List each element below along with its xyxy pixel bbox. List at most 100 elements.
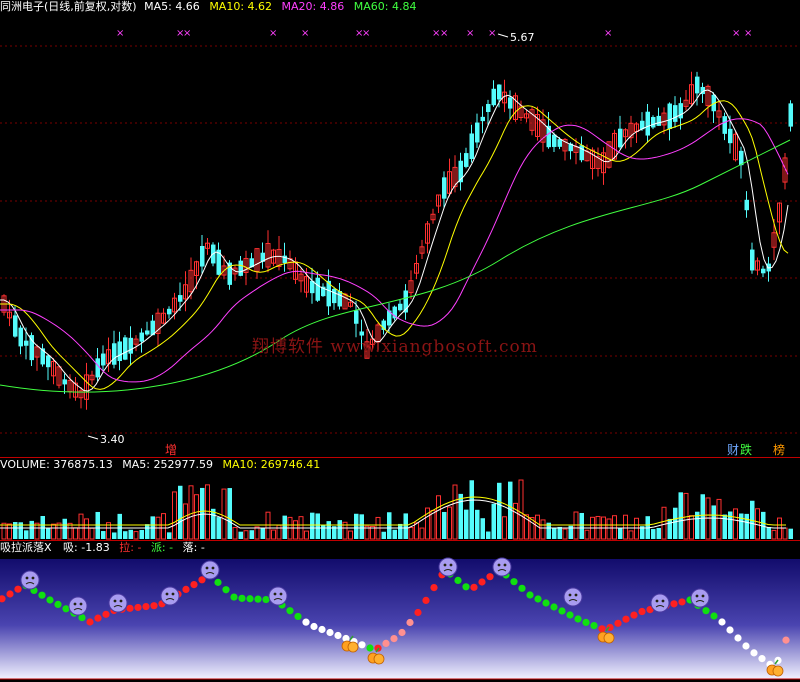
candle bbox=[667, 102, 672, 141]
candle-body bbox=[552, 134, 557, 147]
candle bbox=[78, 387, 84, 409]
top-signal-marker: × bbox=[362, 28, 370, 39]
volume-bar bbox=[623, 514, 628, 540]
candle bbox=[733, 131, 738, 162]
volume-bar bbox=[265, 511, 271, 540]
volume-bar bbox=[518, 479, 524, 540]
volume-bar bbox=[188, 485, 194, 540]
face-icon-eye bbox=[273, 592, 277, 596]
candle bbox=[480, 106, 485, 134]
volume-bar bbox=[452, 484, 458, 540]
indicator-dot bbox=[102, 610, 110, 618]
indicator-dot bbox=[214, 578, 222, 586]
volume-bar bbox=[562, 528, 568, 540]
candle bbox=[645, 103, 650, 143]
candle-body bbox=[497, 84, 502, 100]
indicator-dot bbox=[142, 602, 150, 611]
volume-bar bbox=[232, 526, 238, 540]
volume-bar bbox=[211, 508, 216, 539]
candle bbox=[651, 115, 656, 130]
face-icon bbox=[650, 593, 670, 613]
indicator-dot bbox=[558, 607, 566, 615]
candle bbox=[447, 158, 452, 197]
indicator-dot bbox=[246, 595, 254, 603]
volume-bar bbox=[430, 509, 436, 540]
top-signal-marker: × bbox=[116, 28, 124, 39]
face-icon-eye bbox=[119, 599, 123, 603]
volume-bar bbox=[271, 529, 276, 540]
volume-bar bbox=[557, 526, 562, 539]
volume-bar bbox=[321, 525, 326, 539]
candle-body bbox=[651, 117, 656, 128]
indicator-dot bbox=[702, 607, 710, 615]
face-icon-eye bbox=[205, 566, 209, 570]
volume-label: VOLUME: 376875.13 bbox=[0, 458, 113, 471]
volume-bar bbox=[579, 512, 584, 539]
face-icon-eye bbox=[443, 563, 447, 567]
volume-bar bbox=[67, 522, 73, 540]
cai-marker: 财 bbox=[727, 443, 739, 457]
candle bbox=[623, 128, 628, 149]
indicator-dot bbox=[38, 591, 46, 599]
volume-bar bbox=[249, 530, 254, 539]
face-icon-eye bbox=[113, 599, 117, 603]
indicator-dot bbox=[86, 618, 94, 626]
candle bbox=[89, 370, 95, 385]
volume-bar bbox=[771, 529, 777, 540]
indicator-dot bbox=[6, 590, 14, 598]
volume-bar bbox=[491, 503, 496, 539]
volume-ma10: MA10: 269746.41 bbox=[222, 458, 321, 471]
volume-bar bbox=[552, 527, 557, 539]
candle-body bbox=[618, 128, 623, 148]
candle bbox=[403, 284, 408, 320]
candle bbox=[139, 328, 144, 353]
face-icon-eye bbox=[165, 592, 169, 596]
face-icon bbox=[268, 586, 288, 606]
indicator-dot bbox=[462, 583, 470, 591]
volume-bar bbox=[123, 531, 128, 539]
volume-bar bbox=[392, 529, 397, 539]
candle bbox=[739, 146, 744, 179]
face-icon-eye bbox=[279, 592, 283, 596]
volume-bar bbox=[673, 507, 678, 539]
peach-icon-fruit bbox=[347, 641, 359, 653]
ma10-legend: MA10: 4.62 bbox=[209, 0, 273, 13]
indicator-dot bbox=[302, 618, 310, 626]
face-icon-head bbox=[690, 588, 710, 608]
volume-bar bbox=[7, 523, 12, 540]
face-icon-eye bbox=[701, 594, 705, 598]
candle bbox=[398, 299, 403, 312]
face-icon-eye bbox=[211, 566, 215, 570]
face-icon-head bbox=[268, 586, 288, 606]
candle bbox=[84, 362, 89, 410]
candle bbox=[117, 331, 122, 371]
candle-body bbox=[486, 103, 491, 113]
indicator-dot bbox=[414, 608, 422, 617]
indicator-dot bbox=[550, 603, 558, 611]
volume-bar bbox=[73, 527, 78, 540]
volume-bar bbox=[497, 482, 502, 539]
volume-legend: VOLUME: 376875.13 MA5: 252977.59 MA10: 2… bbox=[0, 458, 326, 472]
volume-bar bbox=[128, 529, 133, 539]
ma20-legend: MA20: 4.86 bbox=[281, 0, 345, 13]
volume-bars bbox=[0, 479, 793, 540]
candle bbox=[178, 282, 183, 311]
indicator-dot bbox=[590, 622, 598, 630]
volume-bar bbox=[458, 493, 463, 539]
candle-body bbox=[722, 116, 727, 134]
volume-bar bbox=[205, 484, 210, 540]
volume-bar bbox=[667, 518, 672, 539]
candle bbox=[40, 343, 45, 367]
indicator-dot bbox=[582, 618, 590, 627]
top-signal-marker: × bbox=[440, 28, 448, 39]
volume-bar bbox=[282, 515, 287, 539]
volume-bar bbox=[711, 505, 716, 539]
volume-bar bbox=[161, 513, 166, 540]
face-icon-eye bbox=[171, 592, 175, 596]
peach-icon-fruit bbox=[772, 665, 784, 677]
indicator-dot bbox=[486, 573, 494, 581]
top-signal-marker: × bbox=[488, 28, 496, 39]
candle-body bbox=[332, 288, 337, 304]
volume-bar bbox=[480, 518, 485, 539]
volume-bar bbox=[728, 511, 733, 539]
